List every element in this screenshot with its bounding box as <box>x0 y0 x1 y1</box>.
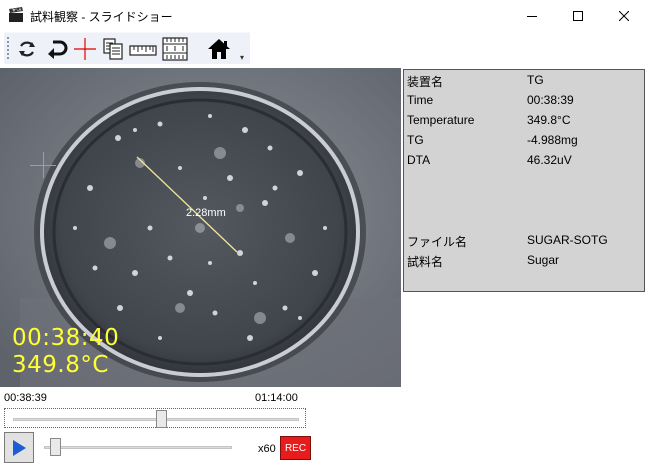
speed-slider-track[interactable] <box>44 446 232 449</box>
title-bar: 試料観察 - スライドショー <box>0 0 648 31</box>
info-row-tg: TG -4.988mg <box>407 130 643 150</box>
info-key: 試料名 <box>407 255 444 269</box>
speed-label: x60 <box>258 443 276 455</box>
overlay-temperature: 349.8°C <box>12 352 109 378</box>
speed-slider-thumb[interactable] <box>50 438 62 456</box>
film-clapper-icon <box>9 7 23 22</box>
toolbar-grip[interactable] <box>7 37 9 61</box>
info-value: 00:38:39 <box>527 93 574 107</box>
crosshair-button[interactable] <box>72 36 98 62</box>
info-value: SUGAR-SOTG <box>527 233 608 247</box>
info-value: -4.988mg <box>527 133 578 147</box>
toolbar: ▾ <box>4 32 250 64</box>
info-value: 46.32uV <box>527 153 572 167</box>
video-view[interactable]: 2.28mm 00:38:40 349.8°C <box>0 68 401 387</box>
info-row-filename: ファイル名 SUGAR-SOTG <box>407 230 643 250</box>
copy-document-icon <box>103 38 123 60</box>
info-row-sample-name: 試料名 Sugar <box>407 250 643 270</box>
info-row-dta: DTA 46.32uV <box>407 150 643 170</box>
info-row-device: 装置名 TG <box>407 70 643 90</box>
undo-button[interactable] <box>44 36 70 62</box>
info-key: Time <box>407 93 434 107</box>
timeline-start-time: 00:38:39 <box>4 392 47 404</box>
home-icon <box>208 39 230 59</box>
copy-button[interactable] <box>100 36 126 62</box>
home-button[interactable] <box>206 36 232 62</box>
info-key: Temperature <box>407 113 475 127</box>
info-value: TG <box>527 73 544 87</box>
minimize-button[interactable] <box>509 0 555 31</box>
info-key: TG <box>407 133 424 147</box>
info-value: Sugar <box>527 253 560 267</box>
info-key: 装置名 <box>407 75 444 89</box>
maximize-button[interactable] <box>555 0 601 31</box>
scale-grid-icon <box>162 37 188 61</box>
info-row-temperature: Temperature 349.8°C <box>407 110 643 130</box>
close-button[interactable] <box>601 0 647 31</box>
timeline-slider[interactable] <box>4 408 306 428</box>
info-key: ファイル名 <box>407 235 468 249</box>
maximize-icon <box>573 10 583 21</box>
scale-grid-button[interactable] <box>160 36 190 62</box>
cursor-crosshair-vertical <box>43 152 44 178</box>
record-button[interactable]: REC <box>280 436 311 460</box>
crosshair-icon <box>74 38 96 60</box>
rotate-button[interactable] <box>14 36 40 62</box>
minimize-icon <box>527 15 537 17</box>
info-panel: 装置名 TG Time 00:38:39 Temperature 349.8°C… <box>403 69 645 292</box>
ruler-icon <box>129 45 157 56</box>
undo-arrow-icon <box>48 40 68 59</box>
window-title: 試料観察 - スライドショー <box>30 10 173 24</box>
ruler-button[interactable] <box>128 36 158 62</box>
info-key: DTA <box>407 153 431 167</box>
info-row-time: Time 00:38:39 <box>407 90 643 110</box>
measurement-label: 2.28mm <box>186 207 226 219</box>
rotate-icon <box>19 41 35 57</box>
overlay-time: 00:38:40 <box>12 325 120 351</box>
timeline-thumb[interactable] <box>156 410 168 428</box>
timeline-end-time: 01:14:00 <box>255 392 298 404</box>
record-label: REC <box>284 442 307 454</box>
close-icon <box>619 10 629 21</box>
play-button[interactable] <box>4 432 34 463</box>
info-value: 349.8°C <box>527 113 571 127</box>
play-icon <box>13 439 26 456</box>
toolbar-overflow-icon[interactable]: ▾ <box>240 53 244 62</box>
